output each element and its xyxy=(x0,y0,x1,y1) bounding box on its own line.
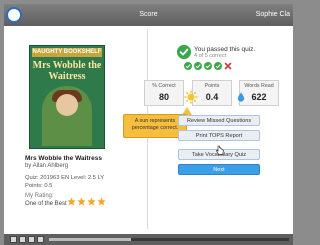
book-points: Points: 0.5 xyxy=(25,183,53,189)
rewind-button[interactable] xyxy=(10,236,17,243)
quiz-level: Quiz: 201963 EN Level: 2.5 LY xyxy=(25,175,105,181)
book-meta: Quiz: 201963 EN Level: 2.5 LY Points: 0.… xyxy=(25,174,104,190)
progress-fill xyxy=(49,238,131,241)
sun-icon[interactable] xyxy=(184,90,198,104)
stat-value: 622 xyxy=(251,92,267,102)
quiz-window: Score Sophie Cla NAUGHTY BOOKSHELF Mrs W… xyxy=(4,4,293,245)
hand-cursor-icon xyxy=(216,145,224,155)
stat-percent-correct: % Correct 80 xyxy=(144,80,184,106)
star-icon[interactable] xyxy=(77,197,86,206)
correct-check-icon xyxy=(214,62,222,70)
stat-value: 0.4 xyxy=(205,92,219,102)
water-drop-icon xyxy=(237,92,245,102)
stat-label: Points xyxy=(204,83,220,89)
user-name: Sophie Cla xyxy=(255,11,290,18)
pass-message: You passed this quiz. xyxy=(194,46,256,53)
rating-stars[interactable] xyxy=(67,197,107,206)
check-circle-icon xyxy=(177,45,191,59)
star-icon[interactable] xyxy=(87,197,96,206)
print-tops-report-button[interactable]: Print TOPS Report xyxy=(178,130,260,141)
stat-label: Words Read xyxy=(244,83,274,89)
book-cover: NAUGHTY BOOKSHELF Mrs Wobble the Waitres… xyxy=(29,45,105,149)
back-button[interactable] xyxy=(19,236,26,243)
answer-marks xyxy=(184,62,234,70)
cover-series: NAUGHTY BOOKSHELF xyxy=(32,48,102,57)
play-button[interactable] xyxy=(28,236,35,243)
review-missed-questions-button[interactable]: Review Missed Questions xyxy=(178,115,260,126)
rating-value: One of the Best xyxy=(25,201,67,207)
stat-label: % Correct xyxy=(152,83,176,89)
star-icon[interactable] xyxy=(97,197,106,206)
forward-button[interactable] xyxy=(37,236,44,243)
wrong-x-icon xyxy=(224,62,232,70)
next-button[interactable]: Next xyxy=(178,164,260,175)
book-title: Mrs Wobble the Waitress xyxy=(25,155,102,162)
correct-check-icon xyxy=(204,62,212,70)
book-author: by Allan Ahlberg xyxy=(25,163,69,169)
page-title: Score xyxy=(139,11,158,18)
pass-count: 4 of 5 correct xyxy=(194,53,227,59)
stat-value: 80 xyxy=(158,92,169,102)
stat-points: Points 0.4 xyxy=(192,80,232,106)
stat-words-read: Words Read 622 xyxy=(239,80,279,106)
top-bar: Score Sophie Cla xyxy=(4,4,293,26)
rating-label: My Rating: xyxy=(25,193,54,199)
correct-check-icon xyxy=(184,62,192,70)
cover-title: Mrs Wobble the Waitress xyxy=(32,60,102,82)
star-icon[interactable] xyxy=(67,197,76,206)
correct-check-icon xyxy=(194,62,202,70)
